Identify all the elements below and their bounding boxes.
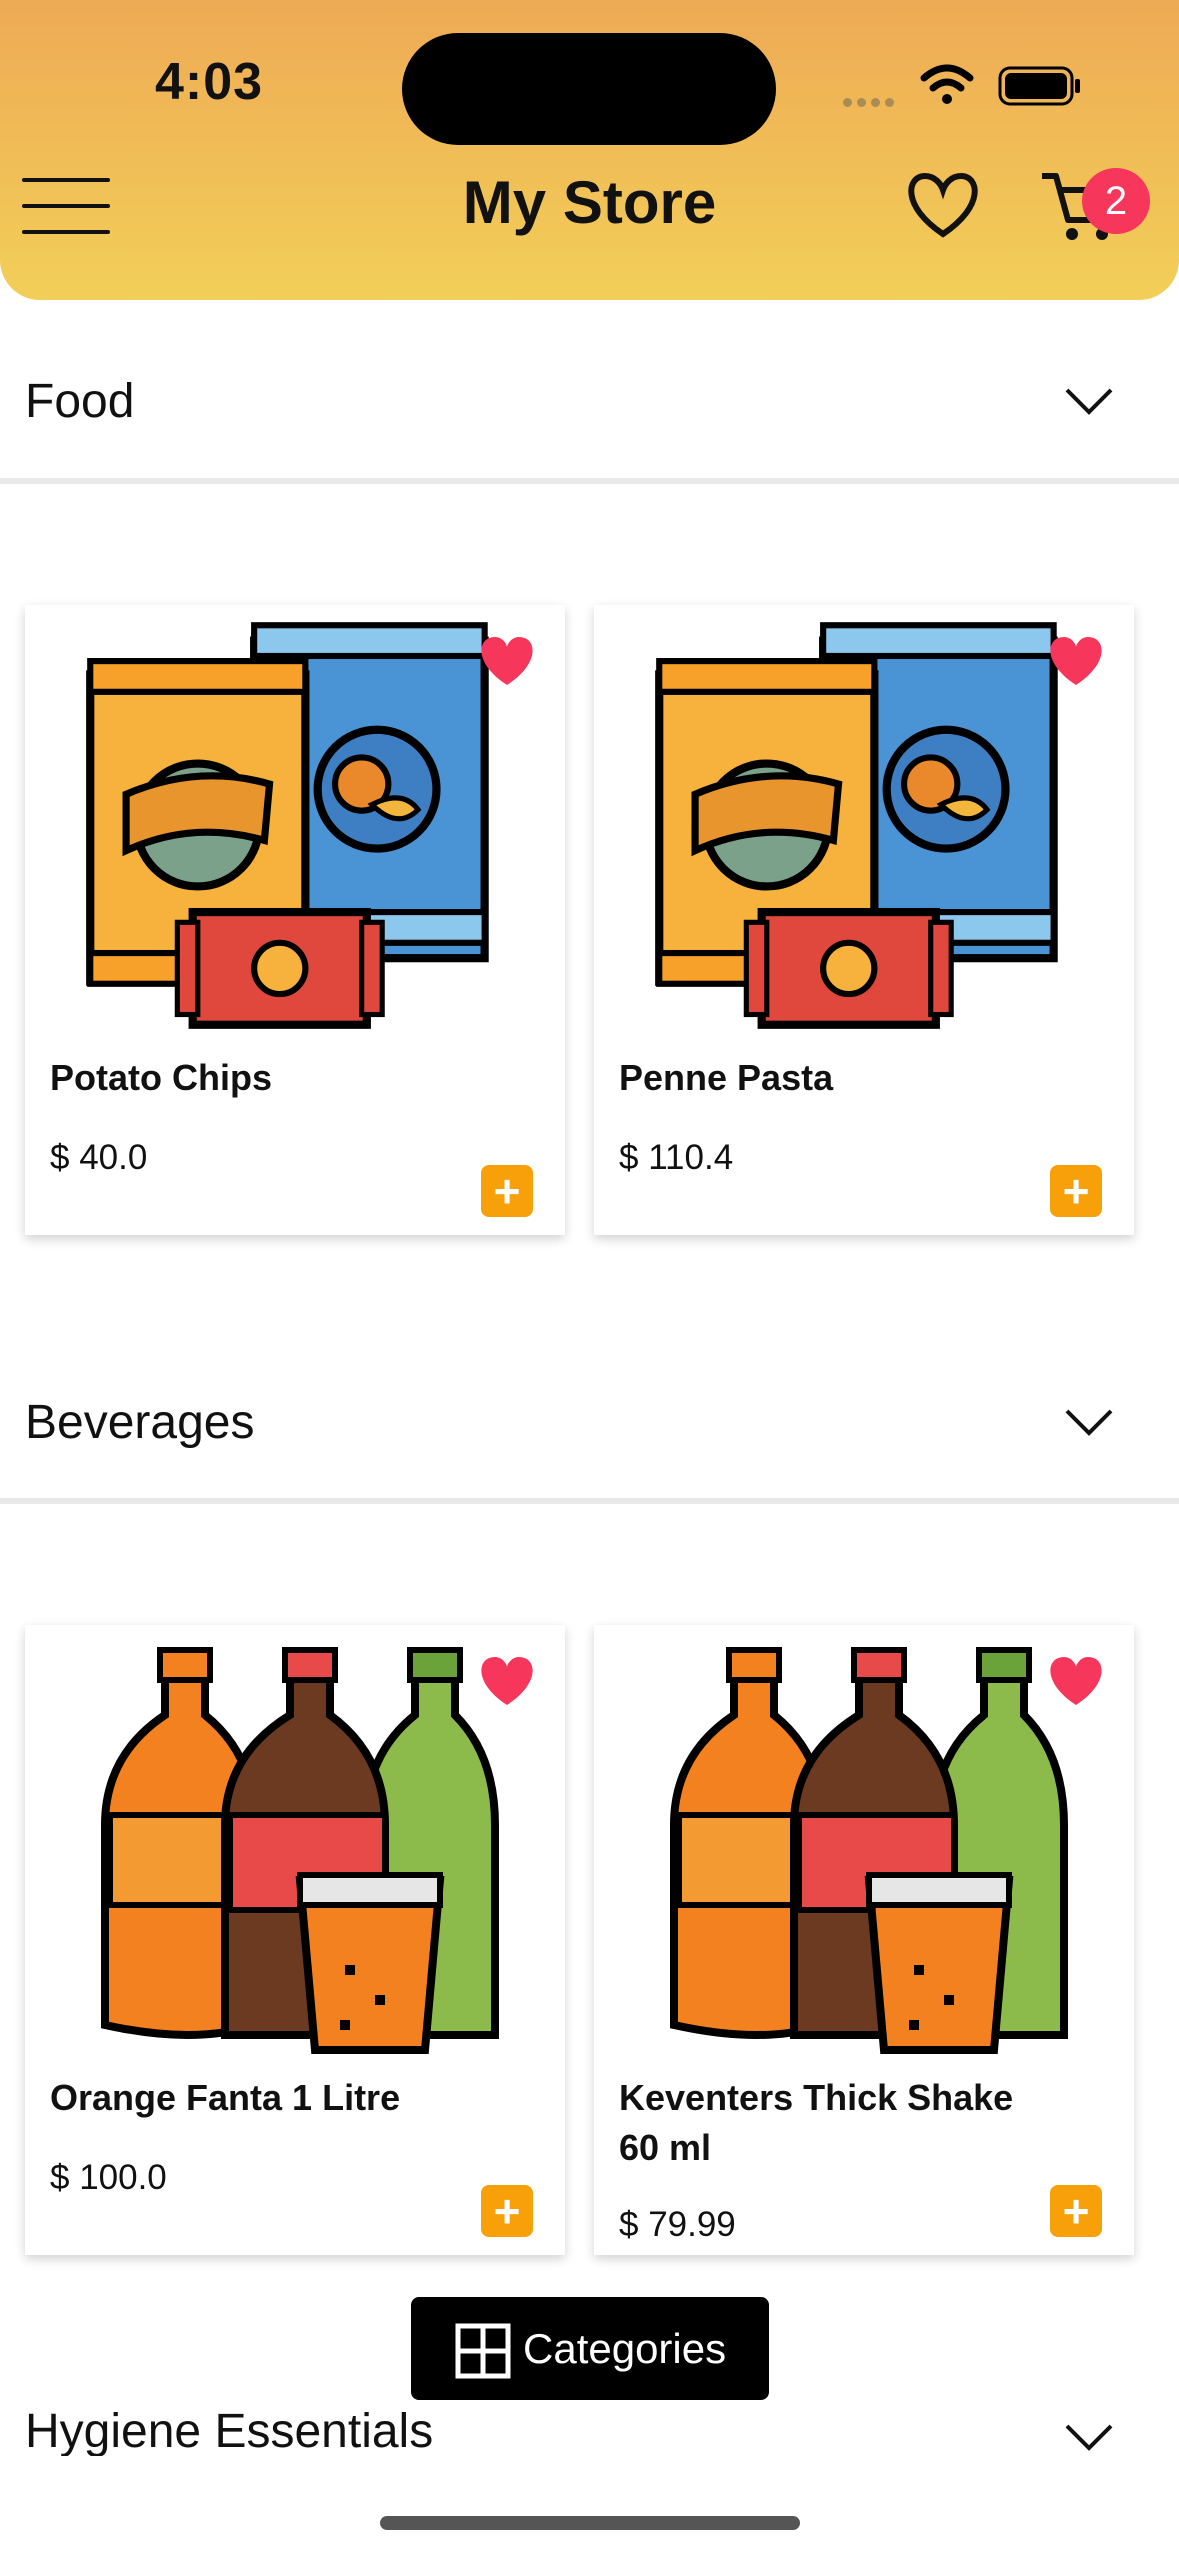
snack-packs-icon <box>649 615 1069 1035</box>
product-card[interactable]: Keventers Thick Shake 60 ml $ 79.99 + <box>594 1625 1134 2255</box>
divider <box>0 1498 1179 1504</box>
product-price: $ 100.0 <box>50 2158 167 2197</box>
cart-count-badge: 2 <box>1082 168 1150 234</box>
section-header-beverages[interactable]: Beverages <box>0 1369 1179 1479</box>
cellular-signal-icon <box>843 94 899 112</box>
plus-icon[interactable]: + <box>481 2185 533 2237</box>
snack-packs-icon <box>80 615 500 1035</box>
dynamic-island <box>402 33 776 145</box>
product-price: $ 40.0 <box>50 1138 148 1177</box>
product-price: $ 79.99 <box>619 2205 736 2244</box>
product-card[interactable]: Potato Chips $ 40.0 + <box>25 605 565 1235</box>
soda-bottles-icon <box>80 1635 500 2055</box>
grid-icon <box>455 2323 511 2379</box>
categories-button[interactable]: Categories <box>411 2297 769 2400</box>
heart-filled-icon[interactable] <box>479 633 537 689</box>
heart-filled-icon[interactable] <box>1048 633 1106 689</box>
product-card[interactable]: Orange Fanta 1 Litre $ 100.0 + <box>25 1625 565 2255</box>
product-name: Keventers Thick Shake 60 ml <box>619 2077 1014 2168</box>
chevron-down-icon[interactable] <box>1065 1409 1115 1439</box>
categories-label: Categories <box>523 2325 727 2372</box>
divider <box>0 478 1179 484</box>
status-time: 4:03 <box>155 53 264 111</box>
wifi-icon <box>920 64 974 104</box>
heart-filled-icon[interactable] <box>479 1653 537 1709</box>
product-card[interactable]: Penne Pasta $ 110.4 + <box>594 605 1134 1235</box>
section-header-food[interactable]: Food <box>0 348 1179 458</box>
heart-icon[interactable] <box>905 170 981 240</box>
battery-icon <box>998 66 1080 106</box>
section-title: Beverages <box>25 1396 255 1449</box>
product-name: Orange Fanta 1 Litre <box>50 2077 401 2118</box>
product-name: Potato Chips <box>50 1057 272 1098</box>
page-title: My Store <box>462 169 717 236</box>
chevron-down-icon[interactable] <box>1065 2424 1115 2454</box>
plus-icon[interactable]: + <box>481 1165 533 1217</box>
product-price: $ 110.4 <box>619 1138 734 1177</box>
plus-icon[interactable]: + <box>1050 2185 1102 2237</box>
app-header: 4:03 My Store 2 <box>0 0 1179 300</box>
soda-bottles-icon <box>649 1635 1069 2055</box>
product-name: Penne Pasta <box>619 1057 834 1098</box>
home-indicator[interactable] <box>380 2516 800 2530</box>
section-title: Food <box>25 375 135 428</box>
heart-filled-icon[interactable] <box>1048 1653 1106 1709</box>
section-title[interactable]: Hygiene Essentials <box>25 2404 433 2456</box>
plus-icon[interactable]: + <box>1050 1165 1102 1217</box>
chevron-down-icon[interactable] <box>1065 388 1115 418</box>
